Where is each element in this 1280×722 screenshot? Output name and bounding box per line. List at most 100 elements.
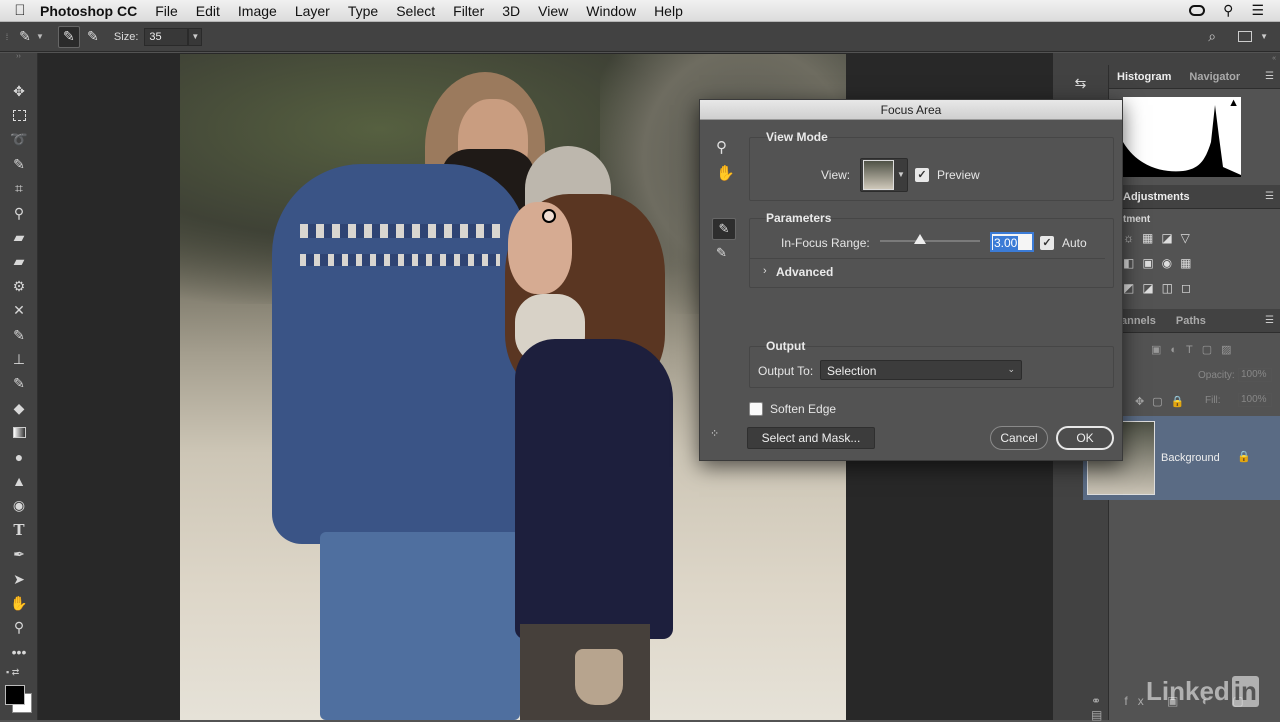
preview-checkbox[interactable]: ✓ <box>915 168 929 182</box>
path-selection-tool-icon[interactable]: ➤ <box>0 567 38 591</box>
more-tools-icon[interactable]: ••• <box>0 640 38 664</box>
chevron-down-icon[interactable]: ▼ <box>36 32 44 41</box>
brush-tool-icon[interactable]: ✎ <box>0 323 38 347</box>
lock-icons[interactable]: ✥▢🔒 <box>1135 395 1192 408</box>
layers-menu-icon[interactable]: ☰ <box>1265 315 1274 326</box>
sponge-tool-icon[interactable]: ◉ <box>0 494 38 518</box>
default-colors-icon[interactable]: ▪ ⇄ <box>6 667 19 678</box>
history-brush-tool-icon[interactable]: ✎ <box>0 372 38 396</box>
healing-brush-tool-icon[interactable]: ▰ <box>0 225 38 249</box>
move-tool-icon[interactable]: ✥ <box>0 79 38 103</box>
adjustments-icons-row-1[interactable]: ☼▦◪▽ <box>1123 231 1243 245</box>
output-to-chevron-icon: ⌄ <box>1007 364 1015 374</box>
fill-label: Fill: <box>1205 395 1221 406</box>
pen-tool-icon[interactable]: ✒ <box>0 542 38 566</box>
in-focus-range-value: 3.00 <box>993 236 1019 250</box>
panel-menu-icon[interactable]: ☰ <box>1265 71 1274 82</box>
tab-adjustments[interactable]: Adjustments <box>1123 191 1190 203</box>
size-dropdown-chevron-icon[interactable]: ▼ <box>188 27 203 46</box>
advanced-toggle[interactable]: Advanced <box>776 265 833 279</box>
blur-tool-icon[interactable]: ● <box>0 445 38 469</box>
notification-list-icon[interactable]: ☰ <box>1251 2 1264 19</box>
view-mode-chevron-icon[interactable]: ▼ <box>897 170 905 179</box>
type-tool-icon[interactable]: T <box>0 518 38 542</box>
quick-selection-tool-icon[interactable]: ✎ <box>0 152 38 176</box>
apple-icon[interactable]:  <box>0 2 40 19</box>
tool-preset-picker-icon[interactable]: ✎ <box>14 26 36 48</box>
menu-type[interactable]: Type <box>348 3 378 19</box>
toolbar-collapse-icon[interactable]: ›› <box>0 53 37 61</box>
tab-navigator[interactable]: Navigator <box>1189 71 1240 83</box>
select-and-mask-button[interactable]: Select and Mask... <box>747 427 875 449</box>
tab-paths[interactable]: Paths <box>1176 315 1206 327</box>
focus-area-subtract-tool-icon[interactable]: ✎ <box>716 245 727 261</box>
advanced-chevron-icon[interactable]: › <box>763 265 767 277</box>
eraser-tool-icon[interactable]: ◆ <box>0 396 38 420</box>
layer-filter-icons[interactable]: ▣◐T▢▨ <box>1151 343 1271 357</box>
menu-help[interactable]: Help <box>654 3 683 19</box>
in-focus-range-input[interactable]: 3.00 <box>990 232 1034 252</box>
menu-file[interactable]: File <box>155 3 178 19</box>
content-move-tool-icon[interactable]: ✕ <box>0 299 38 323</box>
hand-icon[interactable]: ✋ <box>716 164 735 182</box>
tab-histogram[interactable]: Histogram <box>1117 71 1171 83</box>
hand-tool-icon[interactable]: ✋ <box>0 591 38 615</box>
cancel-button[interactable]: Cancel <box>990 426 1048 450</box>
menu-select[interactable]: Select <box>396 3 435 19</box>
in-focus-range-slider-thumb[interactable] <box>914 234 926 244</box>
zoom-tool-icon[interactable]: ⚲ <box>0 616 38 640</box>
marquee-tool-icon[interactable] <box>0 103 38 127</box>
app-menu[interactable]: Photoshop CC <box>40 3 137 19</box>
histogram-warning-icon[interactable]: ▲ <box>1228 97 1239 109</box>
soften-edge-checkbox[interactable] <box>749 402 763 416</box>
crop-tool-icon[interactable]: ⌗ <box>0 177 38 201</box>
menu-image[interactable]: Image <box>238 3 277 19</box>
subtract-from-selection-brush-icon[interactable]: ✎ <box>82 26 104 48</box>
tab-channels[interactable]: annels <box>1121 315 1156 327</box>
photo-woman-sweater <box>515 339 673 639</box>
opacity-input[interactable]: 100% <box>1238 368 1272 382</box>
adjustments-menu-icon[interactable]: ☰ <box>1265 191 1274 202</box>
menu-edit[interactable]: Edit <box>196 3 220 19</box>
brush-cursor-icon <box>542 209 556 223</box>
content-aware-tool-icon[interactable]: ⚙ <box>0 274 38 298</box>
menu-3d[interactable]: 3D <box>502 3 520 19</box>
view-mode-title: View Mode <box>766 130 828 144</box>
patch-tool-icon[interactable]: ▰ <box>0 250 38 274</box>
dodge-tool-icon[interactable]: ▲ <box>0 469 38 493</box>
lasso-tool-icon[interactable]: ➰ <box>0 128 38 152</box>
size-input[interactable]: 35 <box>144 27 189 46</box>
photo-man-sweater <box>272 164 527 544</box>
eyedropper-tool-icon[interactable]: ⚲ <box>0 201 38 225</box>
foreground-color-swatch[interactable] <box>5 685 25 705</box>
ok-button[interactable]: OK <box>1056 426 1114 450</box>
history-panel-icon[interactable]: ⇆ <box>1053 75 1108 92</box>
menu-layer[interactable]: Layer <box>295 3 330 19</box>
auto-checkbox[interactable]: ✓ <box>1040 236 1054 250</box>
creative-cloud-icon[interactable] <box>1189 5 1206 16</box>
focus-area-add-tool-icon[interactable]: ✎ <box>712 218 736 240</box>
adjustments-icons-row-3[interactable]: ◩◪◫◻ <box>1123 281 1243 295</box>
view-mode-picker[interactable]: ▼ <box>860 158 908 192</box>
gradient-tool-icon[interactable] <box>0 420 38 444</box>
photo-woman-face <box>508 202 572 294</box>
clone-stamp-tool-icon[interactable]: ⊥ <box>0 347 38 371</box>
spotlight-search-icon[interactable]: ⚲ <box>1223 2 1233 19</box>
menu-window[interactable]: Window <box>586 3 636 19</box>
adjustments-icons-row-2[interactable]: ◧▣◉▦ <box>1123 256 1243 270</box>
focus-area-progress-icon: ⁘ <box>710 428 720 440</box>
output-to-select[interactable]: Selection ⌄ <box>820 360 1022 380</box>
menu-view[interactable]: View <box>538 3 568 19</box>
zoom-icon[interactable]: ⚲ <box>716 138 727 156</box>
fill-input[interactable]: 100% <box>1238 393 1272 407</box>
workspace-chevron-icon[interactable]: ▼ <box>1260 32 1268 41</box>
panel-collapse-icon[interactable]: « <box>1053 53 1280 65</box>
focus-area-dialog: Focus Area ⚲ ✋ ✎ ✎ View Mode View: ▼ ✓ P… <box>699 99 1123 461</box>
in-focus-range-slider-track[interactable] <box>880 234 980 244</box>
output-to-label: Output To: <box>758 364 814 378</box>
add-to-selection-brush-icon[interactable]: ✎ <box>57 25 80 48</box>
menu-filter[interactable]: Filter <box>453 3 484 19</box>
workspace-icon[interactable] <box>1238 31 1253 42</box>
photo-sweater-pattern-2 <box>300 254 500 266</box>
search-icon[interactable]: ⌕ <box>1208 28 1216 45</box>
